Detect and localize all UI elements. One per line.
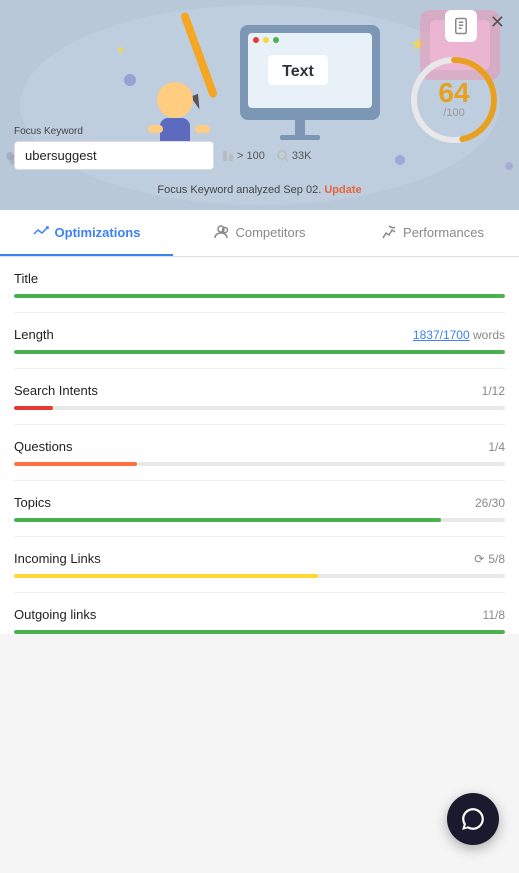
tab-optimizations-label: Optimizations <box>55 225 141 240</box>
refresh-icon[interactable]: ⟳ <box>474 552 484 566</box>
metric-name: Title <box>14 271 38 286</box>
dot-right <box>505 162 513 170</box>
metric-value: 1837/1700 words <box>413 328 505 342</box>
metric-name: Incoming Links <box>14 551 101 566</box>
progress-bar-fill <box>14 630 505 634</box>
metric-name: Search Intents <box>14 383 98 398</box>
progress-bar-bg <box>14 574 505 578</box>
length-link[interactable]: 1837/1700 <box>413 328 470 342</box>
metric-name: Topics <box>14 495 51 510</box>
metric-block-outgoing-links: Outgoing links 11/8 <box>14 593 505 634</box>
update-link[interactable]: Update <box>324 184 361 196</box>
tab-competitors[interactable]: Competitors <box>173 210 346 256</box>
progress-bar-bg <box>14 462 505 466</box>
kw-volume: 33K <box>277 150 312 162</box>
metric-value: 1/4 <box>488 440 505 454</box>
progress-bar-fill <box>14 406 53 410</box>
kw-meta: > 100 33K <box>222 150 311 162</box>
metric-block-search-intents: Search Intents 1/12 <box>14 369 505 425</box>
progress-bar-bg <box>14 630 505 634</box>
svg-text:✦: ✦ <box>115 42 127 58</box>
progress-bar-bg <box>14 518 505 522</box>
metric-block-questions: Questions 1/4 <box>14 425 505 481</box>
progress-bar-fill <box>14 294 505 298</box>
metric-block-length: Length 1837/1700 words <box>14 313 505 369</box>
metric-name: Questions <box>14 439 73 454</box>
chat-button[interactable] <box>447 793 499 845</box>
metric-value: 1/12 <box>482 384 505 398</box>
metric-block-title: Title <box>14 257 505 313</box>
focus-keyword-area: Focus Keyword > 100 33K <box>14 126 311 170</box>
close-button[interactable]: ✕ <box>490 12 505 33</box>
tab-performances[interactable]: Performances <box>346 210 519 256</box>
score-number: 64 <box>438 79 469 107</box>
focus-keyword-input[interactable] <box>14 141 214 170</box>
progress-bar-bg <box>14 294 505 298</box>
doc-icon <box>445 10 477 42</box>
progress-bar-fill <box>14 518 441 522</box>
hero-section: Text ★ ✦ ✕ <box>0 0 519 210</box>
main-content: Title Length 1837/1700 words Search Inte… <box>0 257 519 634</box>
focus-keyword-label: Focus Keyword <box>14 126 311 137</box>
kw-difficulty: > 100 <box>222 150 265 162</box>
metric-name: Outgoing links <box>14 607 96 622</box>
tab-competitors-label: Competitors <box>235 225 305 240</box>
progress-bar-fill <box>14 574 318 578</box>
metric-value: 26/30 <box>475 496 505 510</box>
progress-bar-bg <box>14 406 505 410</box>
tabs-bar: Optimizations Competitors Performances <box>0 210 519 257</box>
tab-optimizations[interactable]: Optimizations <box>0 210 173 256</box>
analyzed-text: Focus Keyword analyzed Sep 02. <box>157 184 321 196</box>
dot-left <box>6 152 14 160</box>
metric-value: ⟳5/8 <box>474 552 505 566</box>
progress-bar-bg <box>14 350 505 354</box>
metric-value: 11/8 <box>483 608 505 622</box>
score-denom: /100 <box>438 107 469 119</box>
kw-difficulty-value: > 100 <box>237 150 265 162</box>
kw-volume-value: 33K <box>292 150 312 162</box>
tab-performances-label: Performances <box>403 225 484 240</box>
progress-bar-fill <box>14 462 137 466</box>
svg-text:Text: Text <box>282 63 314 80</box>
metric-block-incoming-links: Incoming Links ⟳5/8 <box>14 537 505 593</box>
metric-name: Length <box>14 327 54 342</box>
progress-bar-fill <box>14 350 505 354</box>
metric-block-topics: Topics 26/30 <box>14 481 505 537</box>
score-circle: 64 /100 <box>409 55 499 145</box>
analyzed-bar: Focus Keyword analyzed Sep 02. Update <box>0 184 519 196</box>
